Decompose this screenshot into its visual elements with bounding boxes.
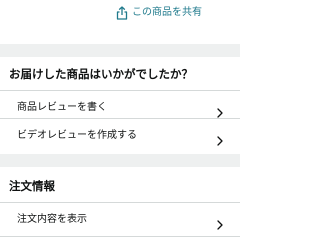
section-divider bbox=[0, 154, 240, 167]
feedback-section-title: お届けした商品はいかがでしたか？ bbox=[9, 67, 193, 81]
chevron-right-icon bbox=[217, 131, 223, 146]
view-order-details-label: 注文内容を表示 bbox=[17, 214, 87, 225]
share-row: この商品を共有 bbox=[0, 0, 240, 44]
share-label: この商品を共有 bbox=[132, 7, 202, 18]
order-info-section-title: 注文情報 bbox=[9, 179, 55, 193]
create-video-review-label: ビデオレビューを作成する bbox=[17, 130, 137, 141]
write-product-review-label: 商品レビューを書く bbox=[17, 102, 107, 113]
order-detail-page: この商品を共有 お届けした商品はいかがでしたか？ 商品レビューを書く ビデオレビ… bbox=[0, 0, 240, 240]
view-order-details-row[interactable]: 注文内容を表示 bbox=[0, 203, 240, 237]
chevron-right-icon bbox=[217, 103, 223, 118]
create-video-review-row[interactable]: ビデオレビューを作成する bbox=[0, 119, 240, 153]
chevron-right-icon bbox=[217, 215, 223, 230]
row-divider bbox=[0, 236, 240, 237]
share-product-link[interactable]: この商品を共有 bbox=[116, 6, 202, 20]
section-divider bbox=[0, 44, 240, 57]
share-icon bbox=[116, 6, 128, 20]
